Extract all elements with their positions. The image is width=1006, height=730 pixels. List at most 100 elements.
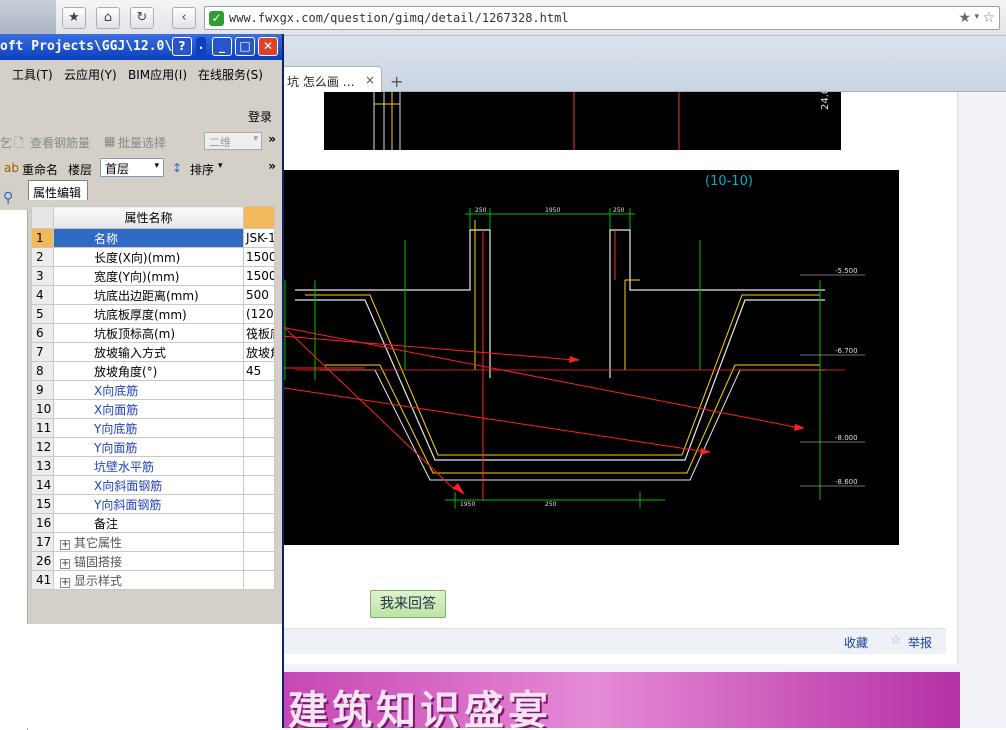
property-value[interactable]: 1500 <box>243 247 275 267</box>
property-value[interactable] <box>243 532 275 552</box>
property-value[interactable]: 放坡角 <box>243 342 275 362</box>
property-name[interactable]: 坑底出边距离(mm) <box>53 285 244 305</box>
login-button[interactable]: 登录 <box>248 108 272 125</box>
table-row[interactable]: 12 Y向面筋 <box>31 437 275 457</box>
expand-icon[interactable]: + <box>60 558 70 569</box>
address-bar[interactable]: ✓ www.fwxgx.com/question/gimq/detail/126… <box>204 6 1000 30</box>
table-row[interactable]: 13 坑壁水平筋 <box>31 456 275 476</box>
table-row[interactable]: 14 X向斜面钢筋 <box>31 475 275 495</box>
app-titlebar[interactable]: oft Projects\GGJ\12.0\ ? . _ □ ✕ <box>0 34 282 60</box>
table-row[interactable]: 2 长度(X向)(mm) 1500 <box>31 247 275 267</box>
tab-question[interactable]: 坑 怎么画 … × <box>280 66 382 92</box>
property-value[interactable] <box>243 513 275 533</box>
table-row[interactable]: 41 + 显示样式 <box>31 570 275 590</box>
property-name[interactable]: X向底筋 <box>53 380 244 400</box>
property-value[interactable]: 筏板底 <box>243 323 275 343</box>
close-icon[interactable]: × <box>365 73 375 87</box>
expand-icon[interactable]: + <box>60 577 70 588</box>
table-row[interactable]: 6坑板顶标高(m)筏板底 <box>31 323 275 343</box>
property-name[interactable]: 备注 <box>53 513 244 533</box>
property-value[interactable] <box>243 380 275 400</box>
table-row[interactable]: 9 X向底筋 <box>31 380 275 400</box>
property-name[interactable]: X向斜面钢筋 <box>53 475 244 495</box>
property-name[interactable]: 宽度(Y向)(mm) <box>53 266 244 286</box>
home-icon[interactable]: ⌂ <box>96 7 120 29</box>
table-row[interactable]: 10 X向面筋 <box>31 399 275 419</box>
ad-banner[interactable]: 建筑知识盛宴 <box>230 672 960 728</box>
table-row[interactable]: 7放坡输入方式放坡角 <box>31 342 275 362</box>
property-name[interactable]: 名称 <box>53 228 244 248</box>
menu-bim[interactable]: BIM应用(I) <box>128 66 187 83</box>
help-icon[interactable]: ? <box>172 37 192 56</box>
report-link[interactable]: 举报 <box>908 634 932 651</box>
floor-select[interactable]: 首层 ▾ <box>100 158 164 177</box>
property-value[interactable] <box>243 437 275 457</box>
minimize-icon[interactable]: _ <box>212 37 232 56</box>
toolbar-more-icon[interactable]: » <box>268 159 276 173</box>
property-name[interactable]: 坑底板厚度(mm) <box>53 304 244 324</box>
view-mode-select[interactable]: 二维 ▾ <box>204 132 262 150</box>
property-name[interactable]: 坑板顶标高(m) <box>53 323 244 343</box>
tab-property-edit[interactable]: 属性编辑 <box>28 180 88 200</box>
refresh-icon[interactable]: ↻ <box>130 7 154 29</box>
menu-online[interactable]: 在线服务(S) <box>198 66 263 83</box>
property-name[interactable]: + 锚固搭接 <box>53 551 244 571</box>
table-row[interactable]: 26 + 锚固搭接 <box>31 551 275 571</box>
new-tab-button[interactable]: + <box>390 72 403 91</box>
view-rebar-button[interactable]: 查看钢筋量 <box>30 134 90 151</box>
property-value[interactable]: 500 <box>243 285 275 305</box>
favorites-star-icon[interactable]: ★ <box>62 7 86 29</box>
property-name[interactable]: + 显示样式 <box>53 570 244 590</box>
property-name[interactable]: 坑壁水平筋 <box>53 456 244 476</box>
property-value[interactable] <box>243 551 275 571</box>
menu-cloud[interactable]: 云应用(Y) <box>64 66 117 83</box>
property-name[interactable]: 放坡输入方式 <box>53 342 244 362</box>
table-row[interactable]: 4 坑底出边距离(mm) 500 <box>31 285 275 305</box>
menu-tools[interactable]: 工具(T) <box>12 66 53 83</box>
bookmark-outline-icon[interactable]: ☆ <box>982 10 995 26</box>
property-value[interactable] <box>243 570 275 590</box>
table-row[interactable]: 16 备注 <box>31 513 275 533</box>
property-name[interactable]: 长度(X向)(mm) <box>53 247 244 267</box>
grid-header-value[interactable] <box>243 206 275 229</box>
chevron-down-icon[interactable]: ▾ <box>218 161 223 171</box>
property-value[interactable] <box>243 418 275 438</box>
back-icon[interactable]: ‹ <box>172 7 196 29</box>
property-value[interactable]: (120) <box>243 304 275 324</box>
answer-button[interactable]: 我来回答 <box>370 590 446 618</box>
table-row[interactable]: 17 + 其它属性 <box>31 532 275 552</box>
property-value[interactable] <box>243 494 275 514</box>
batch-select-button[interactable]: 批量选择 <box>118 134 166 151</box>
table-row[interactable]: 8 放坡角度(°) 45 <box>31 361 275 381</box>
property-value[interactable] <box>243 475 275 495</box>
maximize-icon[interactable]: □ <box>235 37 255 56</box>
table-row[interactable]: 3 宽度(Y向)(mm) 1500 <box>31 266 275 286</box>
property-value[interactable] <box>243 399 275 419</box>
property-name[interactable]: Y向斜面钢筋 <box>53 494 244 514</box>
chevron-down-icon[interactable]: ▾ <box>974 12 979 22</box>
grid-header-name[interactable]: 属性名称 <box>53 206 244 229</box>
rename-button[interactable]: 重命名 <box>22 161 58 178</box>
close-icon[interactable]: ✕ <box>258 37 278 56</box>
property-name[interactable]: 放坡角度(°) <box>53 361 244 381</box>
table-row[interactable]: 11 Y向底筋 <box>31 418 275 438</box>
property-value[interactable]: 1500 <box>243 266 275 286</box>
property-name[interactable]: Y向底筋 <box>53 418 244 438</box>
property-value[interactable]: JSK-1 <box>243 228 275 248</box>
toolbar-more-icon[interactable]: » <box>268 132 276 146</box>
property-value[interactable]: 45 <box>243 361 275 381</box>
search-icon[interactable]: ⚲ <box>0 184 22 210</box>
property-grid: 属性名称 1 名称 JSK-1 2 长度(X向)(mm) 1500 3 宽度(Y向)(mm) 1… <box>31 206 275 590</box>
table-row[interactable]: 1 名称 JSK-1 <box>31 228 275 248</box>
property-name[interactable]: + 其它属性 <box>53 532 244 552</box>
property-name[interactable]: Y向面筋 <box>53 437 244 457</box>
sort-button[interactable]: 排序 <box>190 161 214 178</box>
favorite-link[interactable]: 收藏 <box>844 634 868 651</box>
bookmark-star-icon[interactable]: ★ <box>958 10 971 26</box>
table-row[interactable]: 15 Y向斜面钢筋 <box>31 494 275 514</box>
table-row[interactable]: 5坑底板厚度(mm)(120) <box>31 304 275 324</box>
expand-icon[interactable]: + <box>60 539 70 550</box>
property-value[interactable] <box>243 456 275 476</box>
property-name[interactable]: X向面筋 <box>53 399 244 419</box>
url-text[interactable]: www.fwxgx.com/question/gimq/detail/12673… <box>229 11 569 25</box>
